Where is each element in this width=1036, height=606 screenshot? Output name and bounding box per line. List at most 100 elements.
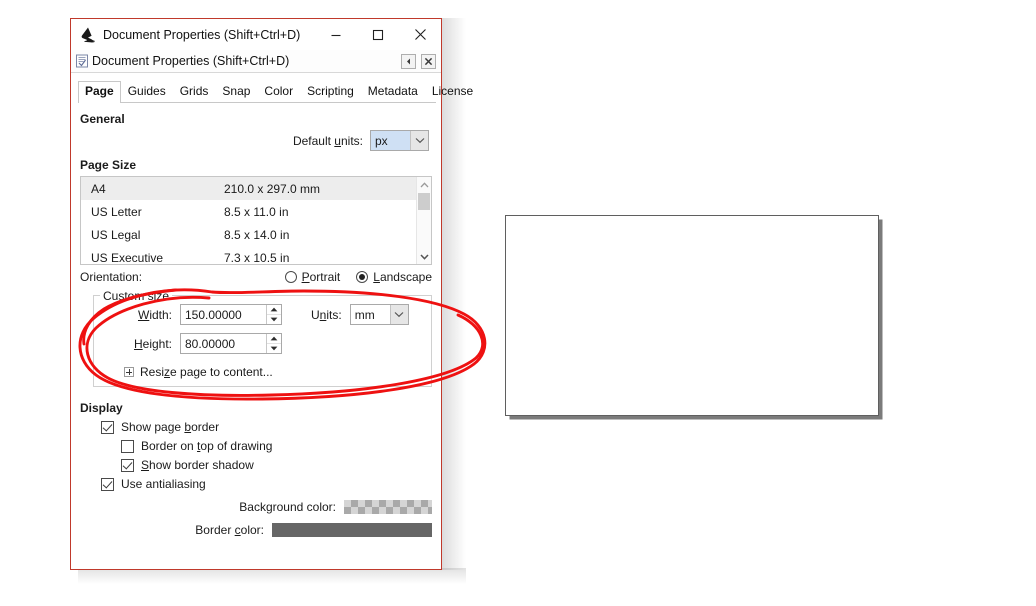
dock-header: Document Properties (Shift+Ctrl+D) bbox=[71, 50, 441, 73]
page-size-dimensions: 7.3 x 10.5 in bbox=[224, 250, 290, 265]
table-row[interactable]: US Letter 8.5 x 11.0 in bbox=[81, 200, 416, 223]
display-heading: Display bbox=[80, 401, 123, 415]
spin-down-icon[interactable] bbox=[267, 344, 281, 354]
spin-up-icon[interactable] bbox=[267, 334, 281, 344]
page-tab-content: General Default units: px Page Size A4 2… bbox=[71, 103, 441, 569]
units-value: mm bbox=[354, 307, 375, 322]
page-size-dimensions: 8.5 x 11.0 in bbox=[224, 204, 289, 219]
expand-plus-icon[interactable] bbox=[124, 367, 134, 377]
close-button[interactable] bbox=[399, 20, 441, 50]
show-border-shadow-label: Show border shadow bbox=[141, 458, 254, 472]
orientation-portrait-radio[interactable]: Portrait bbox=[284, 270, 341, 284]
tab-grids[interactable]: Grids bbox=[173, 81, 216, 102]
use-antialiasing-checkbox[interactable]: Use antialiasing bbox=[101, 477, 433, 491]
default-units-row: Default units: px bbox=[79, 130, 433, 151]
inkscape-logo-icon bbox=[77, 24, 99, 46]
chevron-down-icon[interactable] bbox=[417, 249, 431, 264]
checkbox-icon bbox=[101, 477, 114, 491]
dock-collapse-button[interactable] bbox=[401, 53, 416, 69]
page-size-heading: Page Size bbox=[80, 158, 137, 172]
tab-snap[interactable]: Snap bbox=[215, 81, 257, 102]
page-size-name: A4 bbox=[91, 181, 106, 196]
show-border-shadow-checkbox[interactable]: Show border shadow bbox=[121, 458, 433, 472]
page-size-rows: A4 210.0 x 297.0 mm US Letter 8.5 x 11.0… bbox=[81, 177, 416, 264]
background-color-row: Background color: bbox=[79, 500, 433, 514]
resize-page-to-content-expander[interactable]: Resize page to content... bbox=[124, 365, 423, 379]
table-row[interactable]: US Legal 8.5 x 14.0 in bbox=[81, 223, 416, 246]
maximize-button[interactable] bbox=[357, 20, 399, 50]
tab-license[interactable]: License bbox=[425, 81, 480, 102]
custom-size-group: Custom size Width: 150.00000 Units: mm H… bbox=[93, 289, 432, 387]
border-on-top-checkbox[interactable]: Border on top of drawing bbox=[121, 439, 433, 453]
page-size-listbox[interactable]: A4 210.0 x 297.0 mm US Letter 8.5 x 11.0… bbox=[80, 176, 432, 265]
height-spin-buttons bbox=[266, 334, 281, 353]
window-titlebar[interactable]: Document Properties (Shift+Ctrl+D) bbox=[71, 19, 441, 50]
chevron-up-icon[interactable] bbox=[417, 177, 431, 192]
radio-icon bbox=[356, 271, 369, 283]
use-antialiasing-label: Use antialiasing bbox=[121, 477, 206, 491]
document-properties-icon bbox=[74, 54, 89, 69]
height-row: Height: 80.00000 bbox=[102, 333, 423, 354]
minimize-button[interactable] bbox=[315, 20, 357, 50]
width-input[interactable]: 150.00000 bbox=[181, 305, 266, 324]
border-on-top-label: Border on top of drawing bbox=[141, 439, 273, 453]
units-label: Units: bbox=[311, 307, 342, 322]
width-label: Width: bbox=[137, 307, 172, 322]
background-color-label: Background color: bbox=[239, 500, 336, 514]
document-properties-dialog: Document Properties (Shift+Ctrl+D) Docum… bbox=[70, 18, 473, 570]
orientation-landscape-label: Landscape bbox=[373, 270, 432, 284]
checkbox-icon bbox=[121, 458, 134, 472]
width-spin-buttons bbox=[266, 305, 281, 324]
height-label: Height: bbox=[133, 336, 172, 351]
checkbox-icon bbox=[101, 420, 114, 434]
tab-scripting[interactable]: Scripting bbox=[300, 81, 361, 102]
checkbox-icon bbox=[121, 439, 134, 453]
page-size-name: US Letter bbox=[91, 204, 142, 219]
default-units-label: Default units: bbox=[292, 133, 363, 148]
page-size-dimensions: 8.5 x 14.0 in bbox=[224, 227, 290, 242]
width-row: Width: 150.00000 Units: mm bbox=[102, 304, 423, 325]
page-size-dimensions: 210.0 x 297.0 mm bbox=[224, 181, 321, 196]
width-spinner[interactable]: 150.00000 bbox=[180, 304, 282, 325]
show-page-border-checkbox[interactable]: Show page border bbox=[101, 420, 433, 434]
general-heading: General bbox=[80, 112, 125, 126]
page-size-name: US Legal bbox=[91, 227, 141, 242]
table-row[interactable]: US Executive 7.3 x 10.5 in bbox=[81, 246, 416, 265]
table-row[interactable]: A4 210.0 x 297.0 mm bbox=[81, 177, 416, 200]
show-page-border-label: Show page border bbox=[121, 420, 220, 434]
orientation-landscape-radio[interactable]: Landscape bbox=[356, 270, 432, 284]
dialog-drop-shadow-bottom bbox=[78, 568, 466, 584]
border-color-row: Border color: bbox=[79, 523, 433, 537]
page-size-name: US Executive bbox=[91, 250, 164, 265]
window-title: Document Properties (Shift+Ctrl+D) bbox=[103, 27, 301, 42]
document-page-preview[interactable] bbox=[505, 215, 879, 416]
units-field: Units: mm bbox=[311, 304, 409, 325]
dock-close-button[interactable] bbox=[421, 53, 436, 69]
tab-strip: Page Guides Grids Snap Color Scripting M… bbox=[78, 81, 473, 103]
background-color-swatch[interactable] bbox=[344, 500, 432, 514]
default-units-combobox[interactable]: px bbox=[370, 130, 429, 151]
spin-up-icon[interactable] bbox=[267, 305, 281, 315]
height-input[interactable]: 80.00000 bbox=[181, 334, 266, 353]
tab-guides[interactable]: Guides bbox=[121, 81, 173, 102]
orientation-portrait-label: Portrait bbox=[301, 270, 341, 284]
units-combobox[interactable]: mm bbox=[349, 304, 409, 325]
chevron-down-icon bbox=[410, 131, 428, 150]
height-spinner[interactable]: 80.00000 bbox=[180, 333, 282, 354]
orientation-label: Orientation: bbox=[80, 270, 143, 284]
display-section: Display Show page border Border on top o… bbox=[79, 401, 433, 537]
border-color-label: Border color: bbox=[195, 523, 264, 537]
border-color-swatch[interactable] bbox=[272, 523, 432, 537]
custom-size-legend: Custom size bbox=[100, 289, 173, 303]
tab-color[interactable]: Color bbox=[257, 81, 300, 102]
tab-page[interactable]: Page bbox=[78, 81, 121, 103]
dock-title: Document Properties (Shift+Ctrl+D) bbox=[92, 54, 290, 68]
page-size-scrollbar[interactable] bbox=[416, 177, 431, 264]
chevron-down-icon bbox=[389, 305, 408, 324]
spin-down-icon[interactable] bbox=[267, 315, 281, 325]
default-units-value: px bbox=[371, 131, 410, 150]
scrollbar-thumb[interactable] bbox=[418, 193, 430, 210]
tab-metadata[interactable]: Metadata bbox=[361, 81, 425, 102]
radio-icon bbox=[284, 271, 297, 283]
resize-page-to-content-label: Resize page to content... bbox=[140, 365, 273, 379]
